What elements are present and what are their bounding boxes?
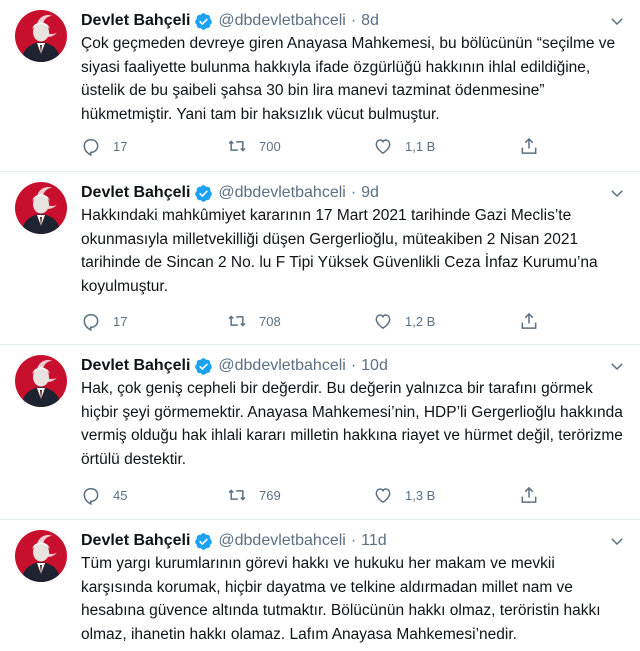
tweet[interactable]: Devlet Bahçeli @dbdevletbahceli · 9d Hak… [0,172,640,345]
share-button[interactable] [519,311,539,331]
author-handle[interactable]: @dbdevletbahceli [218,12,345,30]
avatar[interactable] [15,355,67,407]
timestamp[interactable]: 9d [361,184,379,202]
profile-photo-icon [15,182,67,234]
like-count: 1,1 B [405,138,436,154]
tweet[interactable]: Devlet Bahçeli @dbdevletbahceli · 10d Ha… [0,345,640,520]
reply-button[interactable]: 17 [81,311,227,331]
timestamp[interactable]: 11d [361,532,387,550]
retweet-button[interactable]: 769 [227,485,373,505]
author-name[interactable]: Devlet Bahçeli [81,532,190,550]
share-icon [521,312,537,329]
retweet-button[interactable]: 700 [227,136,373,156]
author-handle[interactable]: @dbdevletbahceli [218,184,345,202]
reply-button[interactable]: 45 [81,485,227,505]
like-count: 1,3 B [405,487,436,503]
tweet-header: Devlet Bahçeli @dbdevletbahceli · 8d [81,10,379,32]
like-button[interactable]: 1,2 B [373,311,519,331]
avatar[interactable] [15,182,67,234]
share-button[interactable] [519,136,539,156]
profile-photo-icon [15,355,67,407]
verified-badge-icon [194,357,213,376]
reply-icon [83,314,99,331]
tweet-text: Hakkındaki mahkûmiyet kararının 17 Mart … [81,207,598,295]
profile-photo-icon [15,530,67,582]
tweet-actions: 17 700 1,1 B [81,135,539,157]
separator-dot: · [350,357,357,374]
tweet-text: Tüm yargı kurumlarının görevi hakkı ve h… [81,555,601,643]
retweet-icon [228,140,246,152]
share-button[interactable] [519,485,539,505]
reply-count: 17 [113,138,128,154]
reply-count: 17 [113,313,128,329]
author-name[interactable]: Devlet Bahçeli [81,357,190,375]
author-name[interactable]: Devlet Bahçeli [81,12,190,30]
timestamp[interactable]: 8d [361,12,379,30]
avatar[interactable] [15,530,67,582]
tweet-actions: 45 769 1,3 B [81,484,539,506]
like-count: 1,2 B [405,313,436,329]
chevron-down-icon[interactable] [608,532,626,550]
separator-dot: · [350,12,357,29]
like-button[interactable]: 1,3 B [373,485,519,505]
heart-icon [375,314,391,329]
separator-dot: · [350,532,357,549]
timestamp[interactable]: 10d [361,357,388,375]
heart-icon [375,139,391,154]
author-handle[interactable]: @dbdevletbahceli [218,532,345,550]
tweet-actions: 17 708 1,2 B [81,310,539,332]
retweet-icon [228,315,246,327]
tweet-feed: Devlet Bahçeli @dbdevletbahceli · 8d Çok… [0,0,640,651]
retweet-count: 769 [259,487,281,503]
author-name[interactable]: Devlet Bahçeli [81,184,190,202]
share-icon [521,486,537,503]
profile-photo-icon [15,10,67,62]
retweet-icon [228,489,246,501]
reply-icon [83,488,99,505]
share-icon [521,137,537,154]
avatar[interactable] [15,10,67,62]
tweet-text: Çok geçmeden devreye giren Anayasa Mahke… [81,35,616,123]
retweet-button[interactable]: 708 [227,311,373,331]
chevron-down-icon[interactable] [608,184,626,202]
tweet-text: Hak, çok geniş cepheli bir değerdir. Bu … [81,380,623,468]
chevron-down-icon[interactable] [608,12,626,30]
verified-badge-icon [194,12,213,31]
tweet-header: Devlet Bahçeli @dbdevletbahceli · 10d [81,355,388,377]
like-button[interactable]: 1,1 B [373,136,519,156]
retweet-count: 700 [259,138,281,154]
reply-icon [83,139,99,156]
tweet-header: Devlet Bahçeli @dbdevletbahceli · 11d [81,530,387,552]
heart-icon [375,488,391,503]
verified-badge-icon [194,532,213,551]
reply-button[interactable]: 17 [81,136,227,156]
verified-badge-icon [194,184,213,203]
author-handle[interactable]: @dbdevletbahceli [218,357,345,375]
tweet-header: Devlet Bahçeli @dbdevletbahceli · 9d [81,182,379,204]
tweet[interactable]: Devlet Bahçeli @dbdevletbahceli · 8d Çok… [0,0,640,172]
retweet-count: 708 [259,313,281,329]
chevron-down-icon[interactable] [608,357,626,375]
separator-dot: · [350,184,357,201]
tweet[interactable]: Devlet Bahçeli @dbdevletbahceli · 11d Tü… [0,520,640,651]
reply-count: 45 [113,487,128,503]
